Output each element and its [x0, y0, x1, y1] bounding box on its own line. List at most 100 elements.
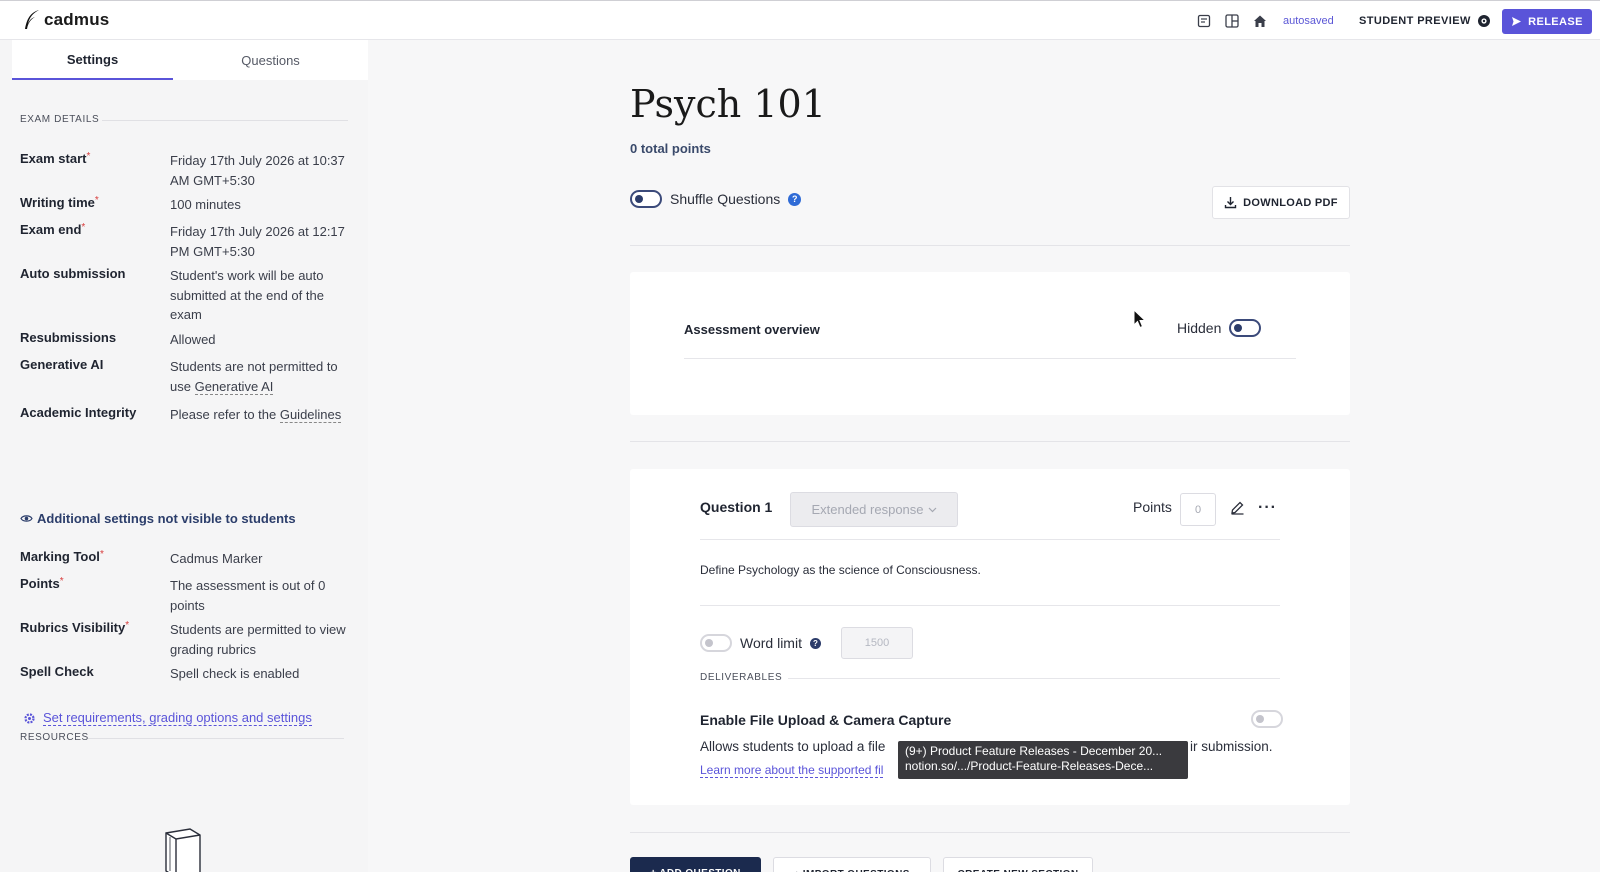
pencil-icon[interactable]: [1230, 500, 1245, 515]
detail-row-generative-ai: Generative AI Students are not permitted…: [20, 357, 350, 396]
mouse-cursor-icon: [1133, 309, 1147, 329]
assessment-overview-title: Assessment overview: [684, 322, 820, 337]
file-upload-description: Allows students to upload a file ir subm…: [700, 739, 1273, 754]
detail-label: Spell Check: [20, 664, 94, 679]
detail-label: Exam end*: [20, 222, 86, 237]
detail-value: Students are permitted to view grading r…: [170, 622, 346, 657]
student-preview-label: STUDENT PREVIEW: [1359, 15, 1471, 27]
help-icon[interactable]: ?: [809, 637, 821, 649]
student-preview-button[interactable]: STUDENT PREVIEW: [1359, 14, 1491, 28]
shuffle-questions-toggle[interactable]: [630, 190, 662, 208]
hidden-label: Hidden: [1177, 320, 1222, 336]
set-requirements-link[interactable]: Set requirements, grading options and se…: [24, 710, 312, 726]
eye-icon: [20, 515, 33, 522]
shuffle-questions-label: Shuffle Questions: [670, 191, 781, 207]
sidebar-tabs: Settings Questions: [12, 40, 368, 80]
detail-value: Students are not permitted to use Genera…: [170, 359, 338, 395]
question-actions: + ADD QUESTION ↓ IMPORT QUESTIONS CREATE…: [630, 857, 1093, 872]
browser-tab-tooltip: (9+) Product Feature Releases - December…: [898, 741, 1188, 779]
divider: [88, 738, 344, 739]
question-type-select[interactable]: Extended response: [790, 492, 958, 527]
divider: [630, 832, 1350, 833]
book-icon: [165, 828, 201, 872]
toolbar-icons: [1196, 13, 1268, 29]
detail-label: Points*: [20, 576, 64, 591]
points-input[interactable]: 0: [1180, 493, 1216, 526]
settings-sidebar: Settings Questions EXAM DETAILS Exam sta…: [0, 40, 368, 872]
divider: [700, 539, 1280, 540]
page-title: Psych 101: [630, 82, 826, 126]
divider: [788, 678, 1280, 679]
divider: [630, 245, 1350, 246]
import-questions-button[interactable]: ↓ IMPORT QUESTIONS: [773, 857, 931, 872]
tab-questions[interactable]: Questions: [173, 40, 368, 80]
tooltip-title: (9+) Product Feature Releases - December…: [905, 744, 1163, 758]
divider: [684, 358, 1296, 359]
notes-icon[interactable]: [1196, 13, 1212, 29]
question-title: Question 1: [700, 499, 773, 515]
overview-visibility-toggle[interactable]: [1229, 319, 1262, 337]
detail-value: Friday 17th July 2026 at 12:17 PM GMT+5:…: [170, 224, 345, 259]
assessment-overview-card: Assessment overview Hidden: [630, 272, 1350, 415]
shuffle-questions-control: Shuffle Questions ?: [630, 190, 802, 208]
detail-label: Resubmissions: [20, 330, 117, 345]
top-bar: cadmus autosaved STUDENT PREVIEW RELEASE: [0, 0, 1600, 40]
file-upload-toggle[interactable]: [1251, 710, 1283, 728]
word-limit-input[interactable]: 1500: [840, 627, 913, 659]
help-icon[interactable]: ?: [788, 192, 802, 206]
send-icon: [1512, 17, 1522, 26]
layout-icon[interactable]: [1224, 13, 1240, 29]
detail-row-spell-check: Spell Check Spell check is enabled: [20, 664, 350, 684]
autosaved-status: autosaved: [1283, 15, 1334, 27]
detail-row-marking-tool: Marking Tool* Cadmus Marker: [20, 549, 350, 569]
generative-ai-link[interactable]: Generative AI: [194, 378, 274, 395]
detail-value: The assessment is out of 0 points: [170, 578, 326, 613]
detail-label: Writing time*: [20, 195, 99, 210]
download-icon: [1224, 197, 1237, 209]
home-icon[interactable]: [1252, 13, 1268, 29]
resources-heading: RESOURCES: [20, 732, 89, 743]
download-pdf-label: DOWNLOAD PDF: [1243, 196, 1338, 209]
detail-row-writing-time: Writing time* 100 minutes: [20, 195, 350, 215]
gear-icon: [24, 712, 35, 724]
additional-settings-heading: Additional settings not visible to stude…: [20, 511, 296, 526]
detail-label: Auto submission: [20, 266, 126, 281]
download-pdf-button[interactable]: DOWNLOAD PDF: [1212, 186, 1350, 219]
more-options-icon[interactable]: ···: [1258, 499, 1277, 517]
question-text[interactable]: Define Psychology as the science of Cons…: [700, 563, 981, 577]
detail-label: Rubrics Visibility*: [20, 620, 130, 635]
exam-details-heading: EXAM DETAILS: [20, 114, 100, 125]
quill-logo-icon: [25, 10, 39, 29]
total-points: 0 total points: [630, 141, 711, 156]
additional-settings-label: Additional settings not visible to stude…: [37, 511, 296, 526]
word-limit-toggle[interactable]: [700, 634, 732, 652]
guidelines-link[interactable]: Guidelines: [279, 407, 342, 423]
word-limit-control: Word limit ? 1500: [700, 627, 913, 659]
detail-value: Spell check is enabled: [170, 666, 300, 681]
chevron-down-icon: [928, 507, 936, 512]
question-type-value: Extended response: [811, 502, 924, 517]
detail-value: Please refer to the Guidelines: [170, 407, 342, 423]
tab-settings[interactable]: Settings: [12, 40, 174, 80]
overview-visibility-control: Hidden: [1177, 319, 1262, 337]
detail-row-exam-start: Exam start* Friday 17th July 2026 at 10:…: [20, 151, 350, 190]
detail-value: Cadmus Marker: [170, 551, 263, 566]
divider: [700, 605, 1280, 606]
release-button[interactable]: RELEASE: [1502, 9, 1592, 34]
eye-icon: [1477, 15, 1490, 27]
detail-label: Academic Integrity: [20, 405, 137, 420]
divider: [102, 120, 348, 121]
deliverables-heading: DELIVERABLES: [700, 672, 783, 683]
detail-row-auto-submission: Auto submission Student's work will be a…: [20, 266, 350, 325]
release-label: RELEASE: [1528, 15, 1583, 28]
points-label: Points: [1133, 499, 1172, 515]
add-question-button[interactable]: + ADD QUESTION: [630, 857, 761, 872]
detail-label: Marking Tool*: [20, 549, 104, 564]
cadmus-logo[interactable]: cadmus: [22, 9, 109, 31]
detail-row-rubrics-visibility: Rubrics Visibility* Students are permitt…: [20, 620, 350, 659]
detail-value: Student's work will be auto submitted at…: [170, 268, 324, 322]
word-limit-label: Word limit: [740, 635, 802, 651]
create-section-button[interactable]: CREATE NEW SECTION: [943, 857, 1093, 872]
learn-more-link[interactable]: Learn more about the supported fil: [700, 763, 884, 778]
detail-value: Friday 17th July 2026 at 10:37 AM GMT+5:…: [170, 153, 345, 188]
